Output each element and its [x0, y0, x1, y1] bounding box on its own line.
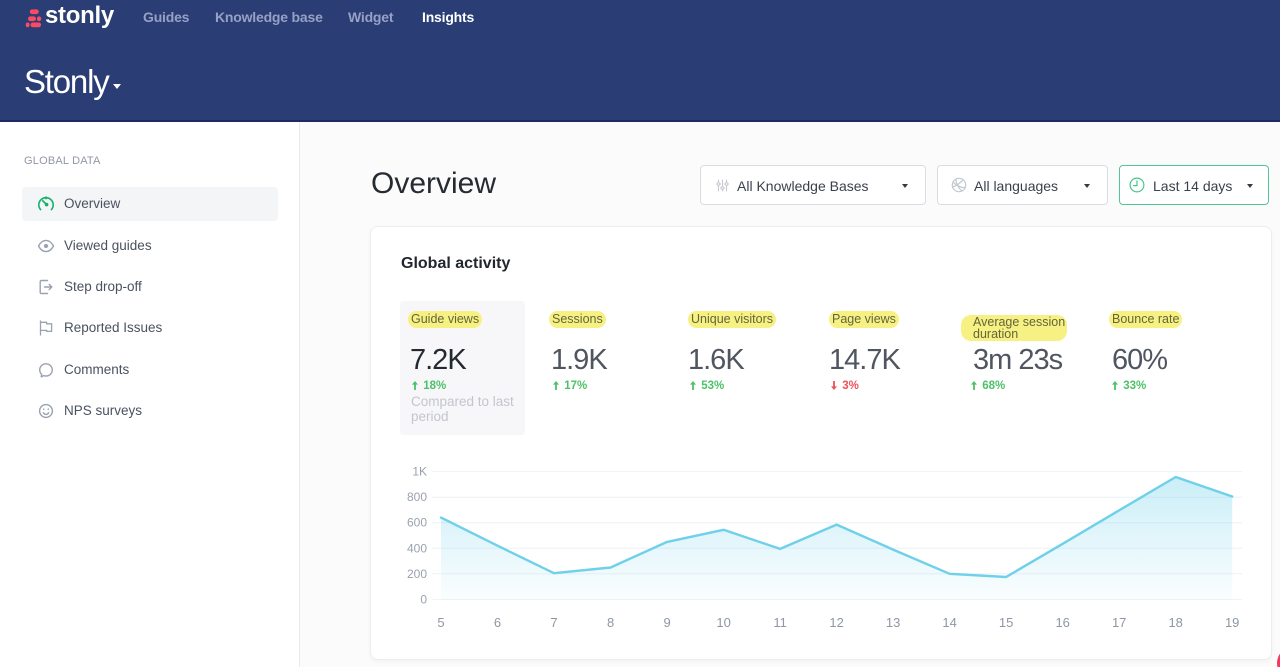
svg-text:1K: 1K: [412, 465, 427, 479]
svg-text:13: 13: [886, 615, 900, 630]
svg-text:10: 10: [716, 615, 730, 630]
svg-text:19: 19: [1225, 615, 1239, 630]
svg-text:8: 8: [607, 615, 614, 630]
svg-text:9: 9: [663, 615, 670, 630]
svg-text:11: 11: [773, 615, 787, 630]
svg-text:12: 12: [829, 615, 843, 630]
svg-text:5: 5: [437, 615, 444, 630]
svg-text:18: 18: [1168, 615, 1182, 630]
svg-text:14: 14: [942, 615, 956, 630]
svg-text:16: 16: [1055, 615, 1069, 630]
svg-text:17: 17: [1112, 615, 1126, 630]
svg-text:0: 0: [420, 592, 427, 606]
svg-text:6: 6: [494, 615, 501, 630]
svg-text:400: 400: [407, 541, 427, 555]
svg-text:7: 7: [550, 615, 557, 630]
svg-text:15: 15: [999, 615, 1013, 630]
svg-text:200: 200: [407, 567, 427, 581]
svg-text:800: 800: [407, 490, 427, 504]
svg-text:600: 600: [407, 516, 427, 530]
